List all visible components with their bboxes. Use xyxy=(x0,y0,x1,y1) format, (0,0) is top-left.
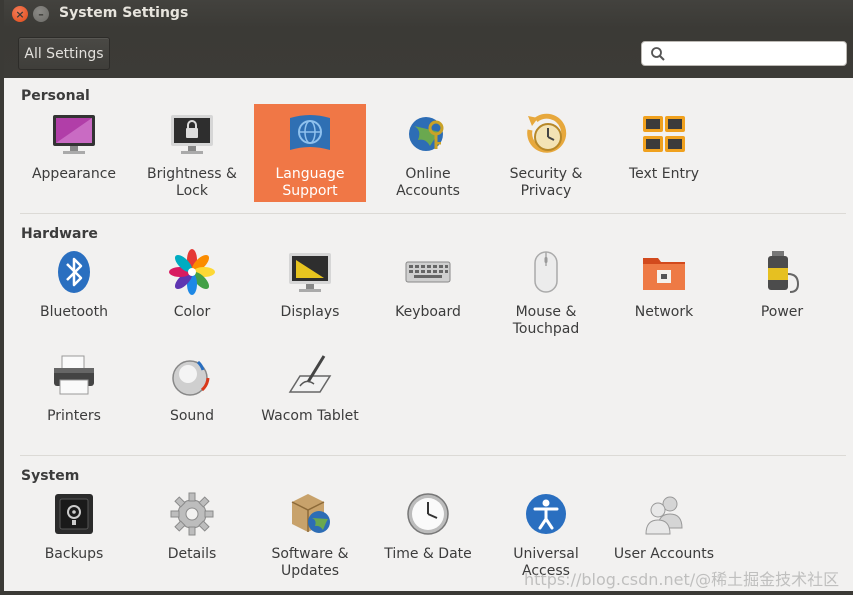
text-entry-icon xyxy=(643,116,685,152)
item-bluetooth[interactable]: Bluetooth xyxy=(18,242,130,340)
item-brightness-lock[interactable]: Brightness & Lock xyxy=(136,104,248,202)
item-online-accounts[interactable]: Online Accounts xyxy=(372,104,484,202)
section-title-hardware: Hardware xyxy=(21,226,98,242)
item-backups[interactable]: Backups xyxy=(18,484,130,582)
item-language-support[interactable]: Language Support xyxy=(254,104,366,202)
item-label: Bluetooth xyxy=(40,304,108,320)
item-label: User Accounts xyxy=(613,546,715,562)
item-wacom-tablet[interactable]: Wacom Tablet xyxy=(254,346,366,444)
minimize-icon: – xyxy=(38,7,44,21)
section-title-system: System xyxy=(21,468,80,484)
network-icon xyxy=(643,258,685,290)
item-label: Language Support xyxy=(275,166,345,199)
item-label: Brightness & Lock xyxy=(147,166,237,199)
backups-icon xyxy=(55,494,93,534)
window-controls: × – xyxy=(12,6,49,22)
item-software-updates[interactable]: Software & Updates xyxy=(254,484,366,582)
bluetooth-icon xyxy=(58,251,90,293)
item-label: Network xyxy=(634,304,694,320)
title-bar: × – System Settings xyxy=(4,0,853,28)
item-label: Details xyxy=(167,546,217,562)
item-printers[interactable]: Printers xyxy=(18,346,130,444)
sound-icon xyxy=(172,360,210,396)
item-security-privacy[interactable]: Security & Privacy xyxy=(490,104,602,202)
keyboard-icon xyxy=(405,261,451,283)
close-button[interactable]: × xyxy=(12,6,28,22)
item-color[interactable]: Color xyxy=(136,242,248,340)
time-date-icon xyxy=(407,493,449,535)
all-settings-button[interactable]: All Settings xyxy=(18,37,110,70)
security-privacy-icon xyxy=(527,113,567,153)
minimize-button[interactable]: – xyxy=(33,6,49,22)
item-label: Printers xyxy=(47,408,101,424)
item-power[interactable]: Power xyxy=(726,242,838,340)
item-label: Online Accounts xyxy=(396,166,460,199)
appearance-icon xyxy=(53,115,95,154)
item-network[interactable]: Network xyxy=(608,242,720,340)
power-icon xyxy=(768,251,800,293)
universal-access-icon xyxy=(526,494,566,534)
item-appearance[interactable]: Appearance xyxy=(18,104,130,202)
item-mouse-touchpad[interactable]: Mouse & Touchpad xyxy=(490,242,602,340)
color-icon xyxy=(169,249,215,295)
item-label: Displays xyxy=(280,304,340,320)
user-accounts-icon xyxy=(645,496,683,535)
item-sound[interactable]: Sound xyxy=(136,346,248,444)
item-label: Appearance xyxy=(31,166,117,182)
wacom-tablet-icon xyxy=(288,355,332,393)
item-keyboard[interactable]: Keyboard xyxy=(372,242,484,340)
item-label: Mouse & Touchpad xyxy=(512,304,580,337)
displays-icon xyxy=(289,253,331,292)
search-box[interactable] xyxy=(641,41,847,66)
item-label: Text Entry xyxy=(628,166,699,182)
search-icon xyxy=(651,47,665,61)
software-updates-icon xyxy=(291,494,330,533)
item-details[interactable]: Details xyxy=(136,484,248,582)
close-icon: × xyxy=(15,7,25,21)
system-settings-window: × – System Settings All Settings Persona… xyxy=(0,0,853,595)
item-label: Backups xyxy=(44,546,104,562)
item-time-date[interactable]: Time & Date xyxy=(372,484,484,582)
section-divider xyxy=(20,455,846,456)
item-label: Time & Date xyxy=(384,546,472,562)
online-accounts-icon xyxy=(409,117,444,151)
language-support-icon xyxy=(290,115,330,150)
item-label: Power xyxy=(760,304,804,320)
item-text-entry[interactable]: Text Entry xyxy=(608,104,720,202)
section-title-personal: Personal xyxy=(21,88,90,104)
item-label: Sound xyxy=(169,408,215,424)
item-label: Wacom Tablet xyxy=(261,408,359,424)
brightness-lock-icon xyxy=(171,115,213,154)
toolbar: All Settings xyxy=(4,28,853,78)
watermark: https://blog.csdn.net/@稀土掘金技术社区 xyxy=(524,570,840,589)
section-divider xyxy=(20,213,846,214)
item-displays[interactable]: Displays xyxy=(254,242,366,340)
settings-panel: Personal Appearance Brightness & Lock La… xyxy=(8,78,853,591)
window-title: System Settings xyxy=(59,5,189,21)
printers-icon xyxy=(54,355,94,395)
item-label: Software & Updates xyxy=(271,546,349,579)
item-label: Security & Privacy xyxy=(509,166,583,199)
search-input[interactable] xyxy=(672,44,842,63)
item-label: Keyboard xyxy=(395,304,461,320)
mouse-touchpad-icon xyxy=(534,251,558,293)
details-icon xyxy=(170,492,214,536)
item-label: Color xyxy=(173,304,211,320)
